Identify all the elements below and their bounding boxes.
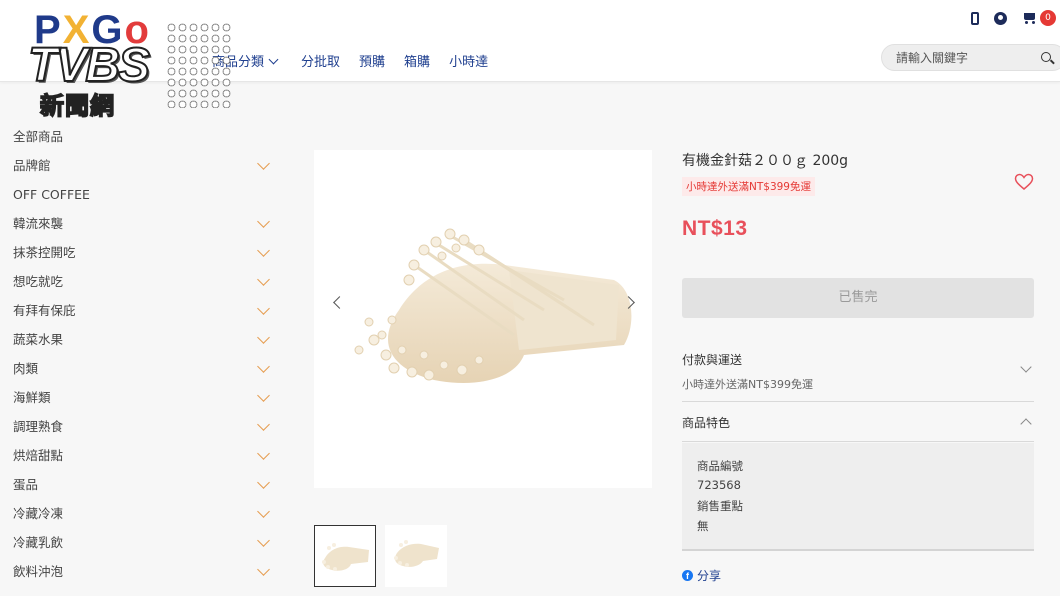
chevron-down-icon[interactable] <box>257 505 270 518</box>
sidebar-item-prepared[interactable]: 調理熟食 <box>0 412 285 441</box>
watermark-sub: 新聞網 <box>39 91 115 121</box>
chevron-down-icon[interactable] <box>257 273 270 286</box>
cart-icon[interactable] <box>1022 12 1037 25</box>
thumbnail-image <box>394 540 439 567</box>
shipping-tag: 小時達外送滿NT$399免運 <box>682 177 815 196</box>
nav-hourly-delivery[interactable]: 小時達 <box>449 51 488 70</box>
search-icon[interactable] <box>1041 52 1051 62</box>
sidebar-item-label: 全部商品 <box>13 129 64 144</box>
sidebar-item-label: 品牌館 <box>13 158 51 173</box>
sidebar-item-label: 韓流來襲 <box>13 216 64 231</box>
sidebar-item-label: 調理熟食 <box>13 419 64 434</box>
category-sidebar: 全部商品 品牌館 OFF COFFEE 韓流來襲 抹茶控開吃 想吃就吃 有拜有保… <box>0 122 285 586</box>
phone-icon[interactable] <box>971 11 979 25</box>
chevron-down-icon[interactable] <box>257 534 270 547</box>
divider <box>682 441 1034 442</box>
payment-shipping-header[interactable]: 付款與運送 <box>682 351 1034 368</box>
accordion-title: 商品特色 <box>682 416 731 430</box>
sidebar-item-worship[interactable]: 有拜有保庇 <box>0 296 285 325</box>
sidebar-item-snacks[interactable]: 想吃就吃 <box>0 267 285 296</box>
sidebar-item-label: 海鮮類 <box>13 390 51 405</box>
facebook-icon: f <box>682 570 693 581</box>
header-icons: 0 <box>971 10 1056 26</box>
sidebar-item-bakery[interactable]: 烘焙甜點 <box>0 441 285 470</box>
nav-preorder[interactable]: 預購 <box>359 51 385 70</box>
product-title: 有機金針菇２００ｇ 200g <box>682 153 849 169</box>
share-button[interactable]: f 分享 <box>682 567 721 584</box>
chevron-down-icon[interactable] <box>257 157 270 170</box>
selling-point-label: 銷售重點 <box>697 499 743 513</box>
chevron-down-icon[interactable] <box>257 447 270 460</box>
chevron-down-icon[interactable] <box>257 360 270 373</box>
sidebar-item-label: OFF COFFEE <box>13 187 90 202</box>
sidebar-item-label: 蛋品 <box>13 477 39 492</box>
thumbnail-2[interactable] <box>385 525 447 587</box>
sidebar-item-label: 冷藏乳飲 <box>13 535 64 550</box>
watermark-brand: TVBS <box>27 38 151 93</box>
sidebar-item-label: 冷藏冷凍 <box>13 506 64 521</box>
divider <box>682 401 1034 402</box>
user-icon[interactable] <box>994 11 1007 25</box>
sidebar-item-matcha[interactable]: 抹茶控開吃 <box>0 238 285 267</box>
sidebar-item-label: 肉類 <box>13 361 39 376</box>
accordion-title: 付款與運送 <box>682 353 743 367</box>
sidebar-item-frozen[interactable]: 冷藏冷凍 <box>0 499 285 528</box>
share-label: 分享 <box>697 569 722 583</box>
sidebar-item-label: 想吃就吃 <box>13 274 64 289</box>
sidebar-item-brands[interactable]: 品牌館 <box>0 151 285 180</box>
sidebar-item-beverages[interactable]: 飲料沖泡 <box>0 557 285 586</box>
sidebar-item-korean[interactable]: 韓流來襲 <box>0 209 285 238</box>
chevron-down-icon[interactable] <box>257 302 270 315</box>
watermark-dots <box>166 22 232 108</box>
cart-count-badge: 0 <box>1040 10 1056 26</box>
sidebar-item-label: 飲料沖泡 <box>13 564 64 579</box>
sidebar-item-label: 有拜有保庇 <box>13 303 76 318</box>
sidebar-item-all[interactable]: 全部商品 <box>0 122 285 151</box>
features-panel: 商品編號 723568 銷售重點 無 <box>682 443 1034 551</box>
main-nav: 商品分類 分批取 預購 箱購 小時達 <box>212 51 507 70</box>
features-header[interactable]: 商品特色 <box>682 414 1034 431</box>
chevron-down-icon <box>268 54 279 65</box>
nav-batch-pickup[interactable]: 分批取 <box>301 51 340 70</box>
product-price: NT$13 <box>682 217 748 240</box>
product-code-value: 723568 <box>697 478 741 492</box>
sidebar-item-label: 烘焙甜點 <box>13 448 64 463</box>
chevron-down-icon[interactable] <box>257 244 270 257</box>
nav-box-purchase[interactable]: 箱購 <box>404 51 430 70</box>
selling-point-value: 無 <box>697 519 709 533</box>
sidebar-item-meat[interactable]: 肉類 <box>0 354 285 383</box>
product-code-label: 商品編號 <box>697 459 743 473</box>
thumbnail-image <box>322 543 369 571</box>
product-gallery <box>314 150 652 488</box>
payment-shipping-summary: 小時達外送滿NT$399免運 <box>682 378 813 391</box>
chevron-down-icon[interactable] <box>257 331 270 344</box>
product-image <box>354 228 632 383</box>
sold-out-button[interactable]: 已售完 <box>682 278 1034 318</box>
sidebar-item-eggs[interactable]: 蛋品 <box>0 470 285 499</box>
search-bar <box>881 44 1060 71</box>
search-input[interactable] <box>882 45 1032 70</box>
chevron-down-icon[interactable] <box>257 476 270 489</box>
sidebar-item-seafood[interactable]: 海鮮類 <box>0 383 285 412</box>
thumbnail-1[interactable] <box>314 525 376 587</box>
chevron-down-icon[interactable] <box>257 418 270 431</box>
chevron-down-icon[interactable] <box>257 389 270 402</box>
sidebar-item-produce[interactable]: 蔬菜水果 <box>0 325 285 354</box>
sidebar-item-off-coffee[interactable]: OFF COFFEE <box>0 180 285 209</box>
sidebar-item-label: 蔬菜水果 <box>13 332 64 347</box>
chevron-down-icon[interactable] <box>257 563 270 576</box>
sidebar-item-label: 抹茶控開吃 <box>13 245 76 260</box>
tvbs-watermark: TVBS 新聞網 <box>27 16 232 121</box>
chevron-down-icon[interactable] <box>257 215 270 228</box>
heart-icon[interactable] <box>1014 173 1034 191</box>
sidebar-item-dairy[interactable]: 冷藏乳飲 <box>0 528 285 557</box>
